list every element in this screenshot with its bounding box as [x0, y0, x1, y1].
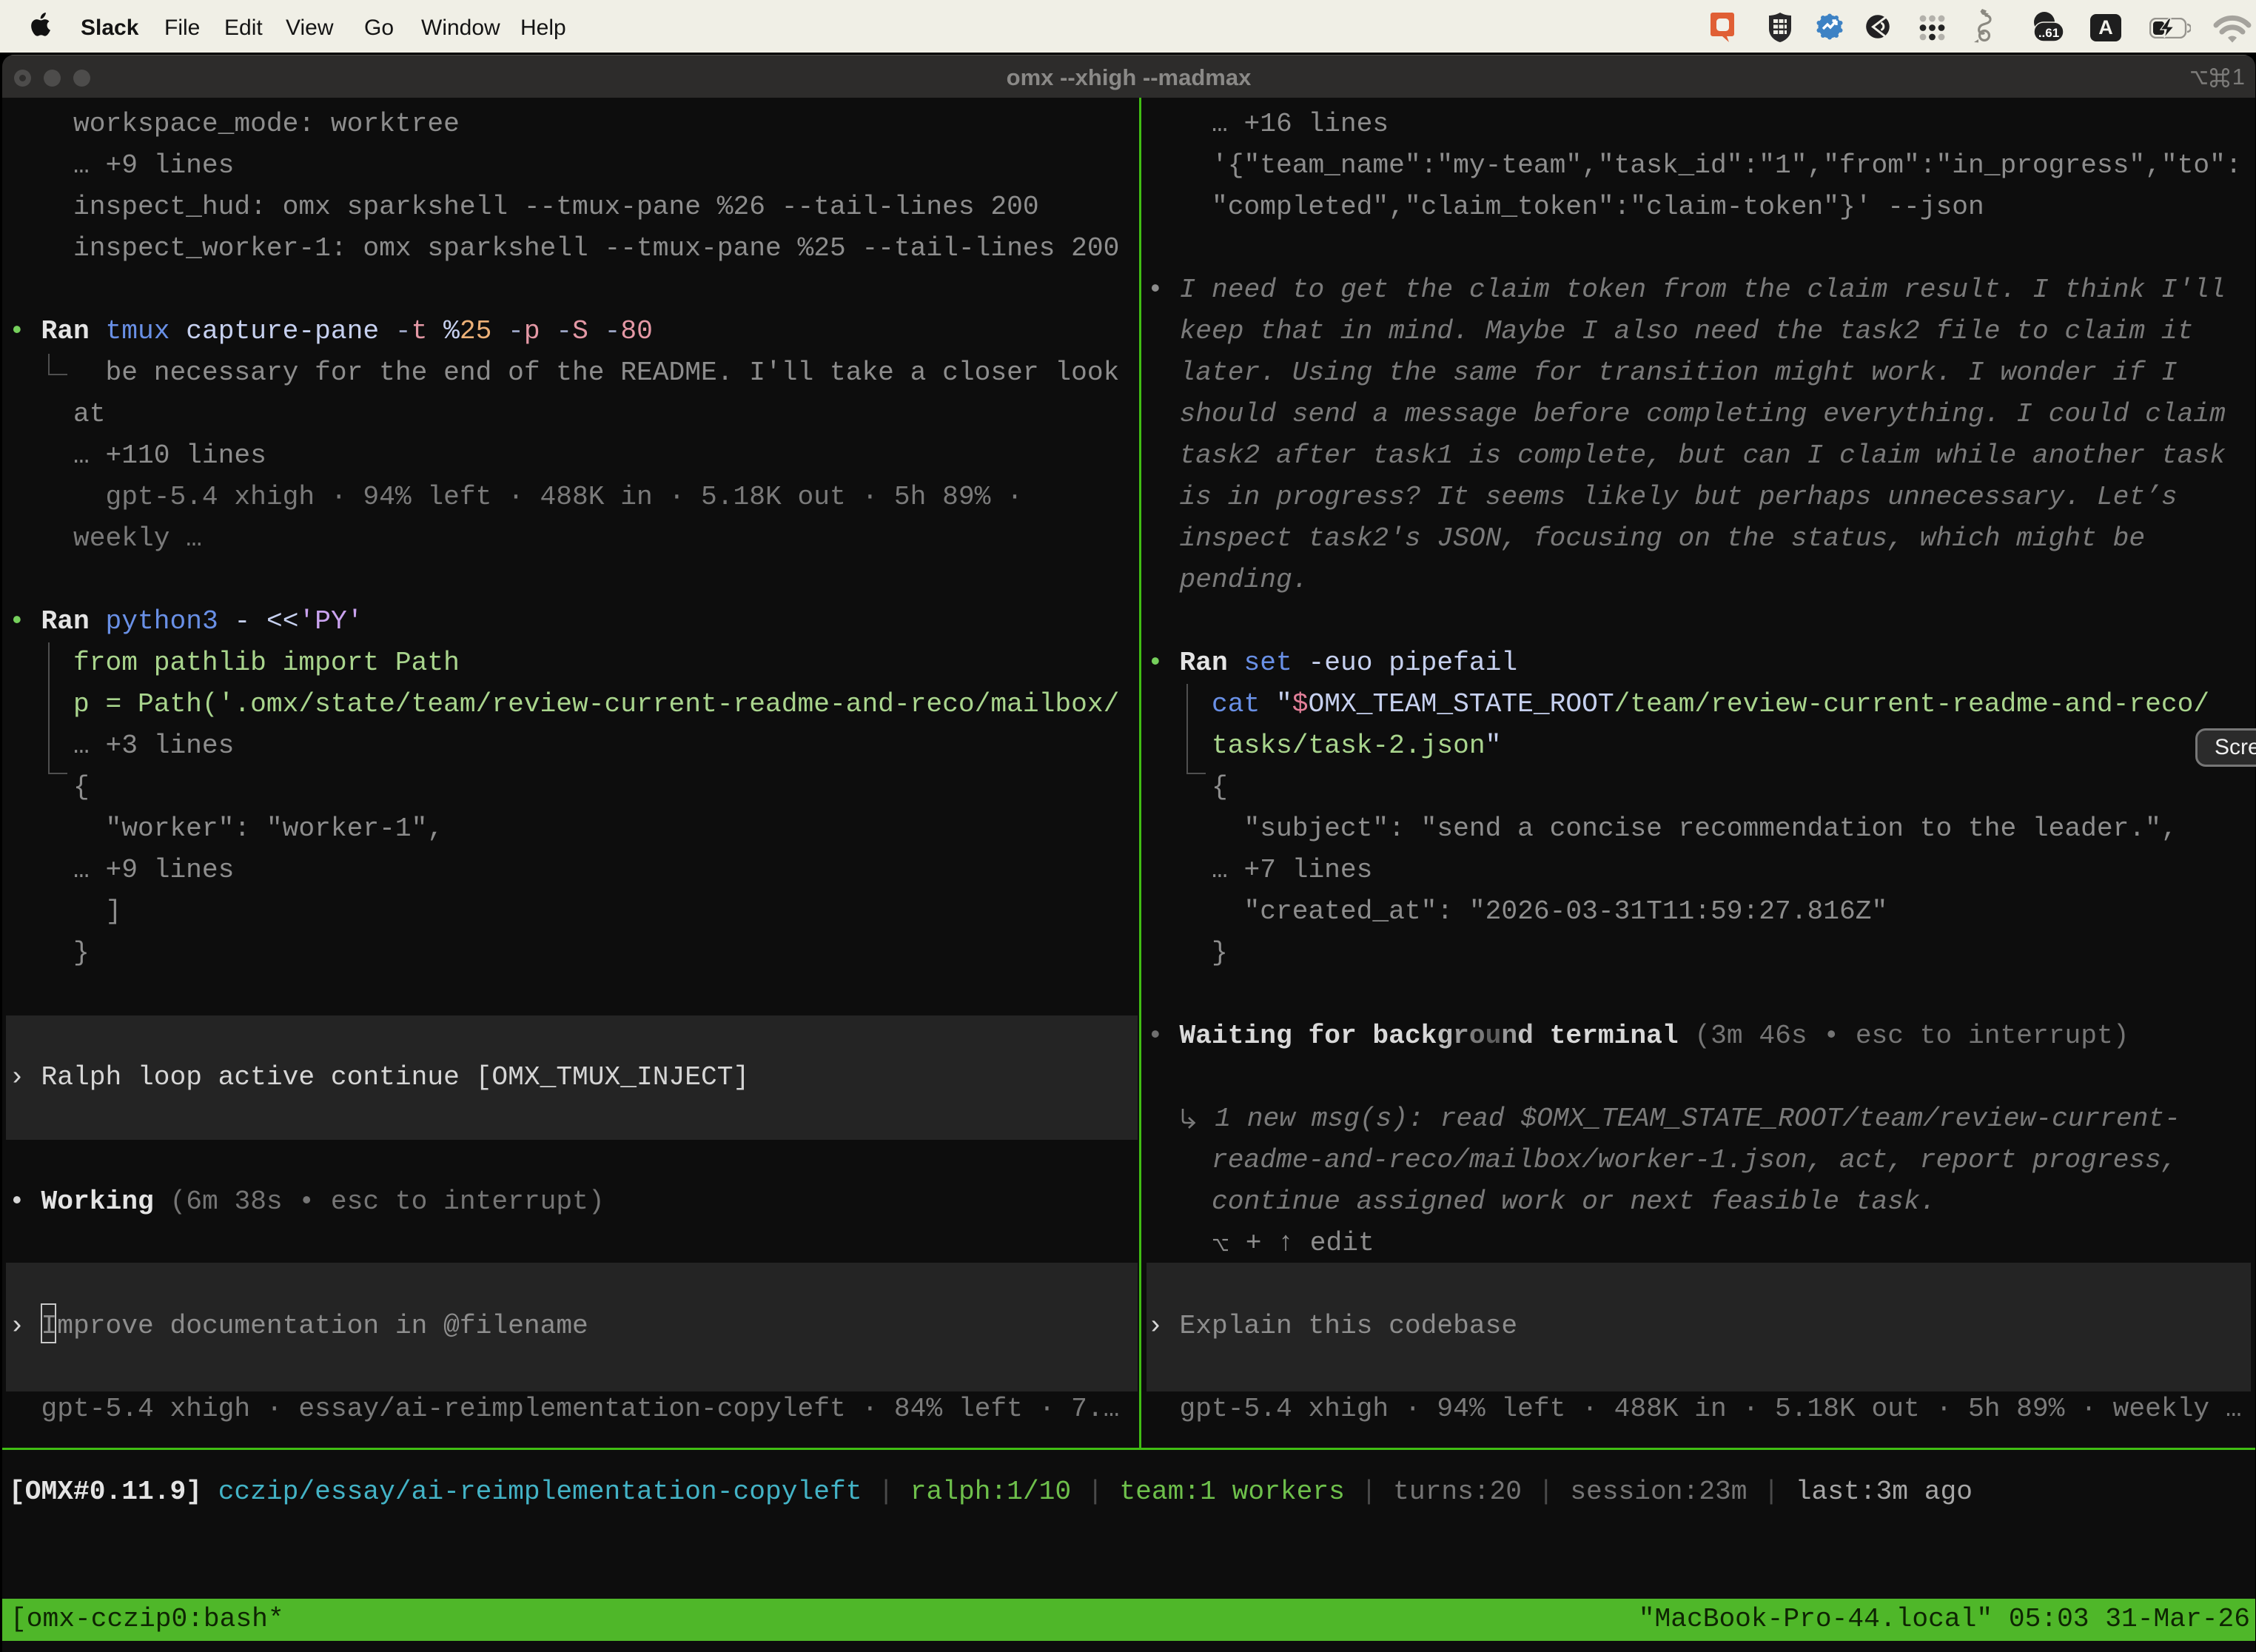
svg-text:..61: ..61 [2038, 26, 2059, 40]
